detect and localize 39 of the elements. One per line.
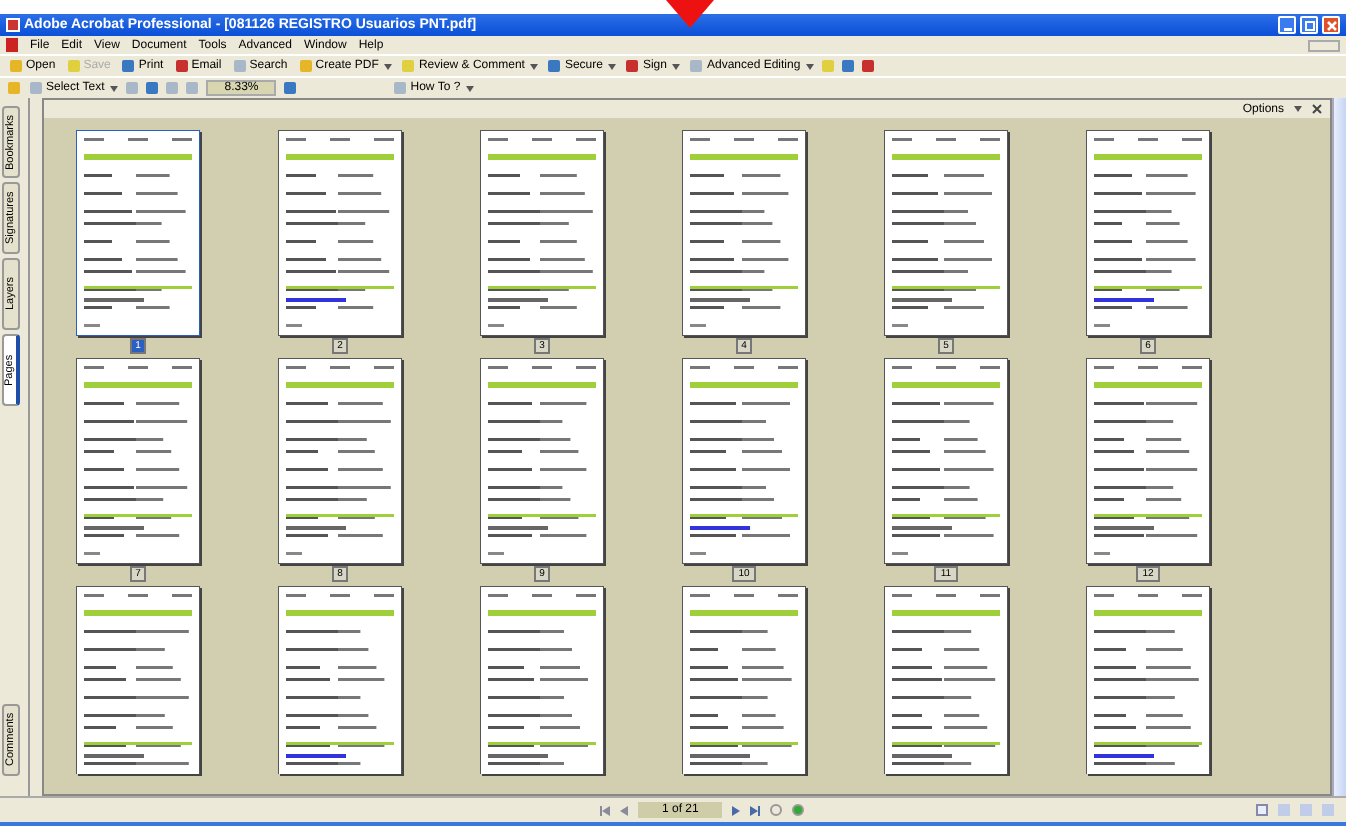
caret-icon[interactable] — [608, 63, 617, 69]
page-thumbnail[interactable] — [1086, 586, 1210, 774]
close-icon — [1325, 19, 1337, 31]
page-thumbnail[interactable] — [884, 586, 1008, 774]
page-thumbnail[interactable] — [76, 130, 200, 336]
page-thumbnail[interactable] — [480, 358, 604, 564]
page-thumbnail[interactable] — [480, 586, 604, 774]
caret-icon[interactable] — [466, 85, 475, 91]
maximize-button[interactable] — [1300, 16, 1318, 34]
page-thumbnail[interactable] — [278, 586, 402, 774]
caret-icon[interactable] — [384, 63, 393, 69]
caret-icon[interactable] — [672, 63, 681, 69]
last-page-icon[interactable] — [750, 805, 761, 815]
page-thumbnail[interactable] — [682, 358, 806, 564]
close-button[interactable] — [1322, 16, 1340, 34]
page-thumbnail[interactable] — [76, 358, 200, 564]
caret-icon[interactable] — [806, 63, 815, 69]
page-thumbnail[interactable] — [1086, 130, 1210, 336]
page-thumbnail[interactable] — [278, 358, 402, 564]
marker-icon — [666, 0, 714, 28]
previous-page-icon[interactable] — [620, 805, 628, 815]
caret-icon[interactable] — [530, 63, 539, 69]
caret-icon[interactable] — [110, 85, 119, 91]
minimize-button[interactable] — [1278, 16, 1296, 34]
caret-icon[interactable] — [1294, 106, 1302, 112]
page-thumbnail[interactable] — [884, 130, 1008, 336]
page-thumbnail[interactable] — [682, 586, 806, 774]
scrollbar[interactable] — [1332, 98, 1346, 796]
first-page-icon[interactable] — [600, 805, 610, 815]
close-icon[interactable] — [1312, 104, 1322, 114]
page-thumbnail[interactable] — [278, 130, 402, 336]
page-thumbnail[interactable] — [76, 586, 200, 774]
maximize-icon — [1303, 19, 1315, 31]
page-thumbnail[interactable] — [884, 358, 1008, 564]
page-thumbnail[interactable] — [682, 130, 806, 336]
app-icon — [6, 18, 20, 32]
page-thumbnail[interactable] — [480, 130, 604, 336]
next-page-icon[interactable] — [732, 805, 741, 815]
page-thumbnail[interactable] — [1086, 358, 1210, 564]
